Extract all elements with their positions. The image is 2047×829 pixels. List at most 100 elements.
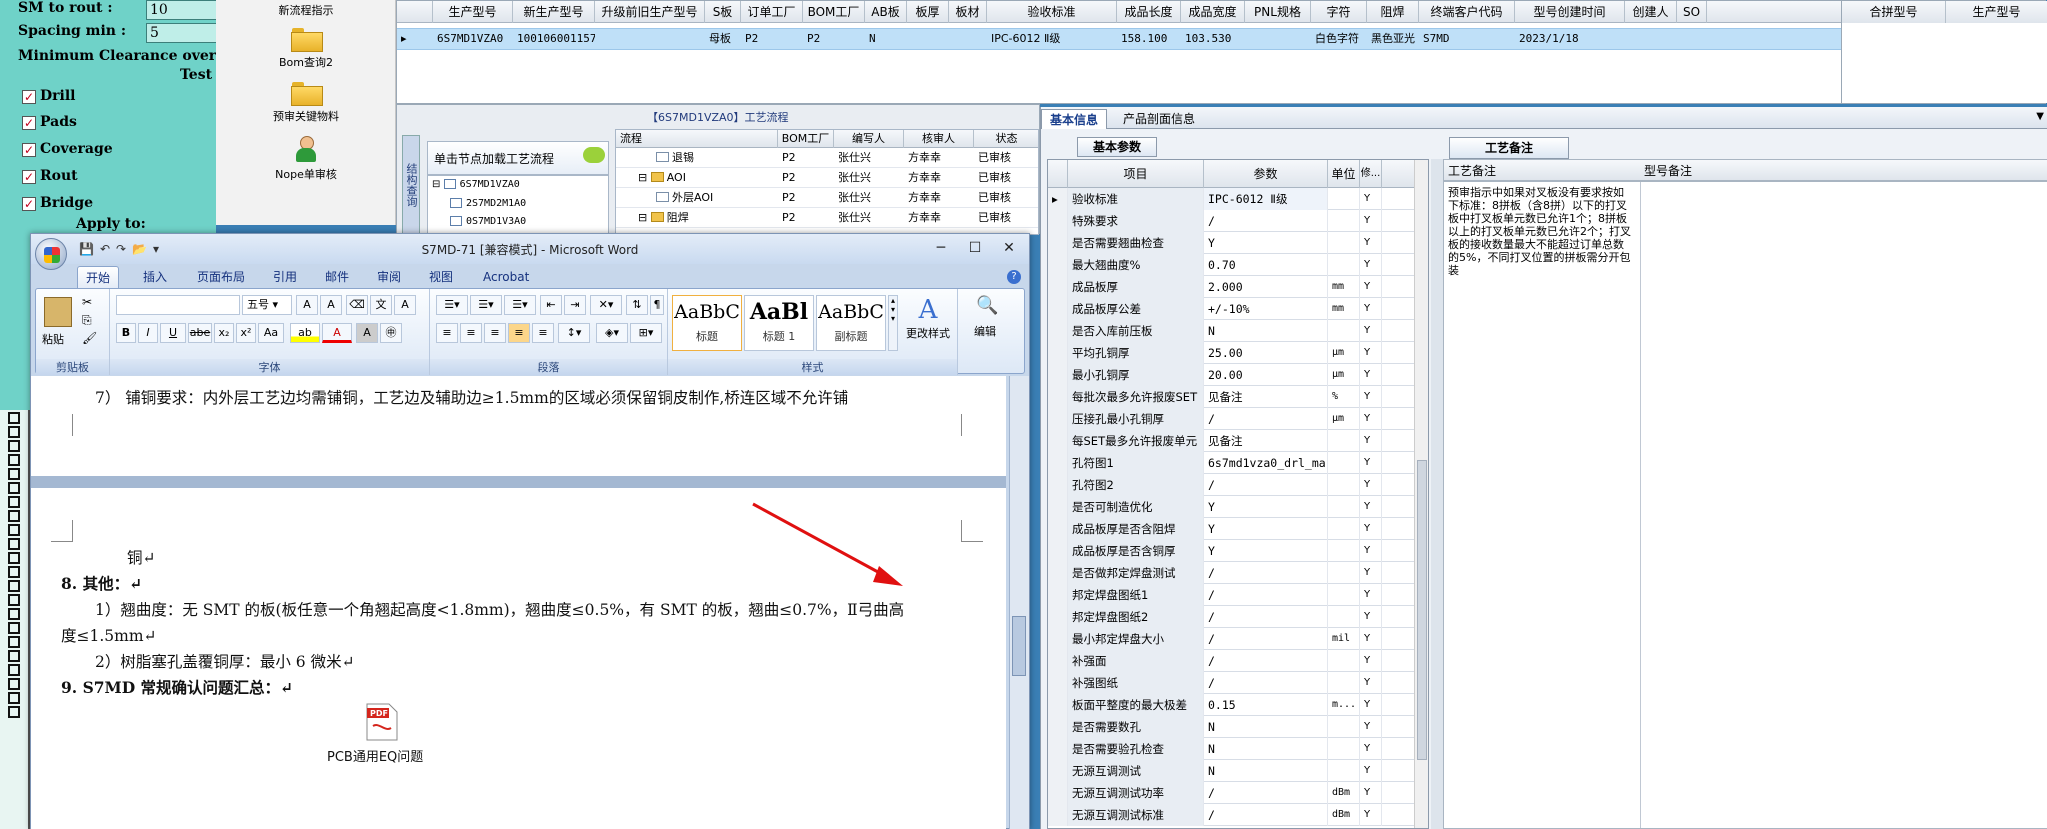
- square-icon[interactable]: [8, 580, 20, 592]
- load-process-hint[interactable]: 单击节点加载工艺流程: [427, 141, 609, 175]
- style-subtitle[interactable]: AaBbC 副标题: [816, 295, 886, 351]
- scrollbar-thumb[interactable]: [1417, 460, 1427, 760]
- square-icon[interactable]: [8, 566, 20, 578]
- tab-page-layout[interactable]: 页面布局: [189, 266, 253, 288]
- tab-acrobat[interactable]: Acrobat: [475, 266, 537, 288]
- tab-view[interactable]: 视图: [421, 266, 461, 288]
- document-heading[interactable]: 9. S7MD 常规确认问题汇总：↵: [61, 676, 293, 698]
- table-row[interactable]: 是否入库前压板 N Y: [1048, 320, 1428, 342]
- tab-insert[interactable]: 插入: [135, 266, 175, 288]
- tree-toggle-icon[interactable]: ⊟: [638, 211, 651, 224]
- col-header[interactable]: BOM工厂: [778, 130, 834, 148]
- close-icon[interactable]: ✕: [995, 238, 1023, 258]
- align-left-icon[interactable]: ≡: [436, 323, 458, 343]
- table-row[interactable]: 压接孔最小孔铜厚 / μm Y: [1048, 408, 1428, 430]
- pads-checkbox[interactable]: ✓: [22, 116, 36, 130]
- tab-home[interactable]: 开始: [77, 266, 120, 288]
- attachment-label[interactable]: PCB通用EQ问题: [327, 746, 423, 765]
- drill-checkbox[interactable]: ✓: [22, 90, 36, 104]
- char-border-icon[interactable]: A: [394, 295, 416, 315]
- minimize-icon[interactable]: ─: [927, 238, 955, 258]
- col-header[interactable]: 型号创建时间: [1515, 1, 1625, 23]
- align-right-icon[interactable]: ≡: [484, 323, 506, 343]
- col-header[interactable]: 流程: [616, 130, 778, 148]
- multilevel-list-icon[interactable]: ☰▾: [504, 295, 536, 315]
- shading-icon[interactable]: ◈▾: [596, 323, 628, 343]
- table-row[interactable]: 最小邦定焊盘大小 / mil Y: [1048, 628, 1428, 650]
- table-row[interactable]: 外层AOI P2 张仕兴 方幸幸 已审核: [616, 188, 1038, 208]
- format-painter-icon[interactable]: 🖌: [82, 331, 97, 345]
- numbering-icon[interactable]: ☰▾: [470, 295, 502, 315]
- process-notes-text[interactable]: 预审指示中如果对叉板没有要求按如下标准：8拼板（含8拼）以下的打叉板中打叉板单元…: [1448, 186, 1634, 277]
- param-value[interactable]: 见备注: [1204, 386, 1328, 408]
- table-row[interactable]: 成品板厚是否含阻焊 Y Y: [1048, 518, 1428, 540]
- table-row[interactable]: 孔符图16s7md1vza0_drl_ma... Y: [1048, 452, 1428, 474]
- table-row[interactable]: 平均孔铜厚 25.00 μm Y: [1048, 342, 1428, 364]
- table-row[interactable]: 特殊要求 / Y: [1048, 210, 1428, 232]
- col-header[interactable]: 单位: [1328, 160, 1360, 188]
- col-header[interactable]: 升级前旧生产型号: [595, 1, 705, 23]
- tab-references[interactable]: 引用: [265, 266, 305, 288]
- italic-icon[interactable]: I: [138, 323, 158, 343]
- decrease-indent-icon[interactable]: ⇤: [540, 295, 562, 315]
- clear-format-icon[interactable]: ⌫: [346, 295, 368, 315]
- side-tab-structure-query[interactable]: 结构查询: [402, 135, 420, 235]
- col-header[interactable]: 订单工厂: [741, 1, 803, 23]
- square-icon[interactable]: [8, 426, 20, 438]
- superscript-icon[interactable]: x²: [236, 323, 256, 343]
- param-value[interactable]: N: [1204, 738, 1328, 760]
- table-row[interactable]: 无源互调测试标准 / dBm Y: [1048, 804, 1428, 826]
- char-shading-icon[interactable]: A: [356, 323, 378, 343]
- param-value[interactable]: N: [1204, 320, 1328, 342]
- col-header[interactable]: 核审人: [904, 130, 974, 148]
- align-center-icon[interactable]: ≡: [460, 323, 482, 343]
- param-value[interactable]: Y: [1204, 232, 1328, 254]
- param-value[interactable]: /: [1204, 474, 1328, 496]
- square-icon[interactable]: [8, 482, 20, 494]
- increase-indent-icon[interactable]: ⇥: [564, 295, 586, 315]
- square-icon[interactable]: [8, 692, 20, 704]
- tab-process-notes[interactable]: 工艺备注: [1449, 137, 1569, 159]
- square-icon[interactable]: [8, 706, 20, 718]
- square-icon[interactable]: [8, 454, 20, 466]
- coverage-checkbox[interactable]: ✓: [22, 143, 36, 157]
- param-value[interactable]: +/-10%: [1204, 298, 1328, 320]
- col-header[interactable]: 项目: [1068, 160, 1204, 188]
- tree-node[interactable]: 0S7MD1V3A0: [450, 216, 526, 227]
- param-value[interactable]: /: [1204, 408, 1328, 430]
- document-line[interactable]: 铜↵: [127, 546, 156, 568]
- maximize-icon[interactable]: ☐: [961, 238, 989, 258]
- font-color-icon[interactable]: A: [322, 323, 352, 343]
- param-value[interactable]: 0.70: [1204, 254, 1328, 276]
- rout-checkbox[interactable]: ✓: [22, 170, 36, 184]
- col-header[interactable]: 修...: [1360, 160, 1382, 188]
- table-row[interactable]: ⊟ 阻焊 P2 张仕兴 方幸幸 已审核: [616, 208, 1038, 228]
- param-value[interactable]: /: [1204, 804, 1328, 826]
- square-icon[interactable]: [8, 622, 20, 634]
- table-row[interactable]: 邦定焊盘图纸1/ Y: [1048, 584, 1428, 606]
- bridge-checkbox[interactable]: ✓: [22, 197, 36, 211]
- param-value[interactable]: Y: [1204, 496, 1328, 518]
- square-icon[interactable]: [8, 468, 20, 480]
- bold-icon[interactable]: B: [116, 323, 136, 343]
- table-row[interactable]: 板面平整度的最大极差 0.15 m... Y: [1048, 694, 1428, 716]
- col-header[interactable]: 新生产型号: [513, 1, 595, 23]
- paste-button[interactable]: 粘贴: [42, 331, 64, 347]
- col-header[interactable]: 合拼型号: [1842, 1, 1946, 23]
- param-value[interactable]: /: [1204, 650, 1328, 672]
- tree-node[interactable]: 2S7MD2M1A0: [450, 198, 526, 209]
- param-value[interactable]: /: [1204, 628, 1328, 650]
- tab-review[interactable]: 审阅: [369, 266, 409, 288]
- borders-icon[interactable]: ⊞▾: [630, 323, 662, 343]
- square-icon[interactable]: [8, 412, 20, 424]
- table-row[interactable]: ▸ 6S7MD1VZA0 10010600115754 母板 P2 P2 N I…: [397, 28, 1841, 50]
- square-icon[interactable]: [8, 594, 20, 606]
- square-icon[interactable]: [8, 440, 20, 452]
- col-header[interactable]: 工艺备注: [1448, 160, 1496, 182]
- params-scrollbar[interactable]: [1414, 160, 1428, 828]
- col-header[interactable]: 生产型号: [433, 1, 513, 23]
- document-line[interactable]: 度≤1.5mm↵: [61, 624, 157, 646]
- param-value[interactable]: 0.15: [1204, 694, 1328, 716]
- col-header[interactable]: 阻焊: [1367, 1, 1419, 23]
- enclose-char-icon[interactable]: ㊥: [380, 323, 402, 343]
